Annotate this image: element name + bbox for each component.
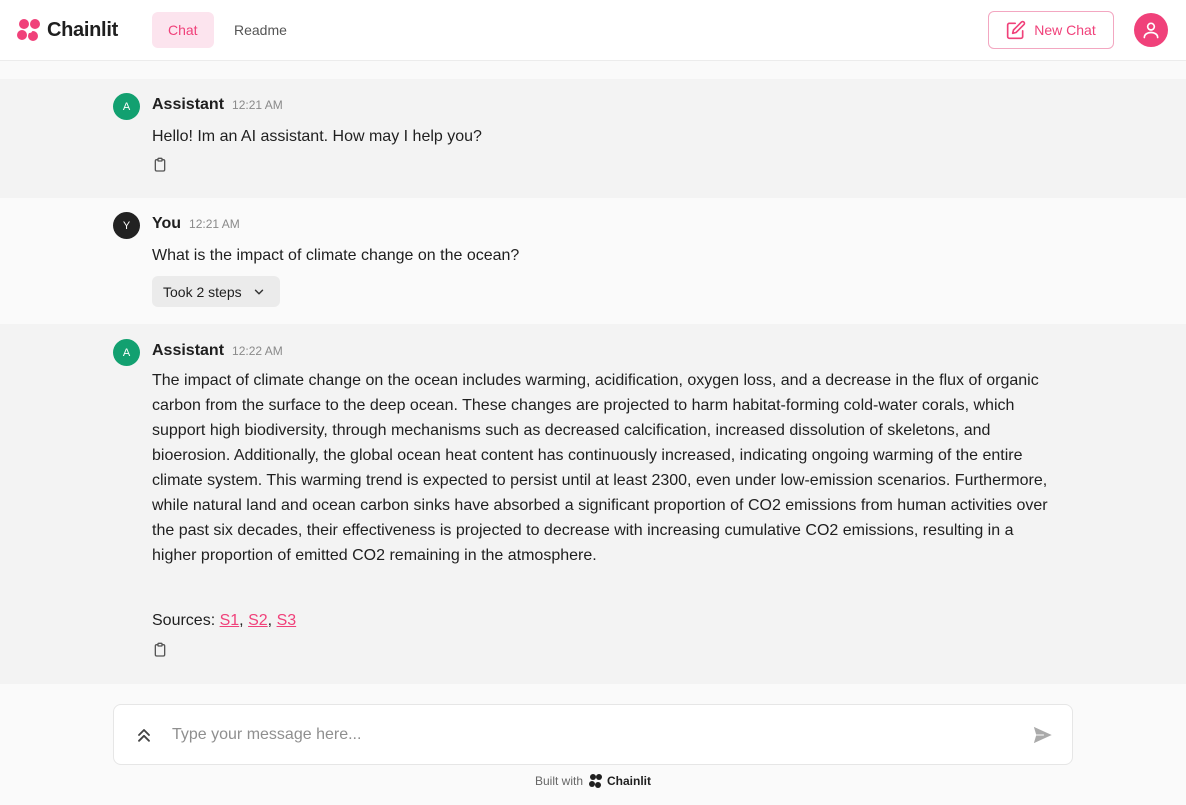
copy-icon[interactable] [152,157,168,173]
copy-icon[interactable] [152,642,168,658]
message-assistant-answer: A Assistant 12:22 AM The impact of climat… [0,324,1186,684]
sources-line: Sources: S1, S2, S3 [152,608,1062,633]
steps-label: Took 2 steps [163,283,242,300]
message-time: 12:21 AM [232,98,283,112]
steps-toggle-button[interactable]: Took 2 steps [152,276,280,307]
message-time: 12:22 AM [232,344,283,358]
footer-logo[interactable]: Chainlit [588,773,651,789]
chainlit-logo-icon [589,774,603,788]
author-name: Assistant [152,96,225,113]
top-bar: Chainlit Chat Readme New Chat [0,0,1186,61]
edit-icon [1007,20,1026,40]
send-icon[interactable] [1032,725,1054,745]
user-avatar: Y [113,212,140,239]
source-link-s2[interactable]: S2 [248,612,268,629]
message-author: Assistant 12:21 AM [152,96,283,114]
assistant-avatar: A [113,339,140,366]
message-input[interactable] [172,717,1012,753]
new-chat-button[interactable]: New Chat [988,11,1114,49]
message-assistant-greeting: A Assistant 12:21 AM Hello! Im an AI assi… [0,79,1186,198]
assistant-avatar: A [113,93,140,120]
message-text: What is the impact of climate change on … [152,247,520,264]
user-icon [1143,22,1159,39]
app-logo[interactable]: Chainlit [16,17,118,43]
author-name: Assistant [152,342,225,359]
logo-text: Chainlit [47,18,118,41]
user-menu-button[interactable] [1134,13,1168,47]
source-link-s3[interactable]: S3 [277,612,297,629]
sources-label: Sources: [152,612,216,629]
message-author: You 12:21 AM [152,215,240,233]
chevron-down-icon [254,289,263,294]
message-text: The impact of climate change on the ocea… [152,372,1048,564]
message-time: 12:21 AM [189,217,240,231]
author-name: You [152,215,182,232]
new-chat-label: New Chat [1034,22,1096,38]
source-separator: , [239,612,244,629]
message-composer [113,704,1073,765]
source-separator: , [267,612,273,629]
built-with-text: Built with [534,774,584,788]
expand-up-icon[interactable] [134,725,154,745]
source-link-s1[interactable]: S1 [220,612,240,629]
footer-logo-text: Chainlit [607,774,652,788]
message-author: Assistant 12:22 AM [152,342,283,360]
tab-chat[interactable]: Chat [152,12,214,48]
message-text: Hello! Im an AI assistant. How may I hel… [152,128,482,145]
tab-readme[interactable]: Readme [218,12,303,48]
chainlit-logo-icon [17,19,40,41]
built-with-footer: Built with Chainlit [0,773,1186,789]
